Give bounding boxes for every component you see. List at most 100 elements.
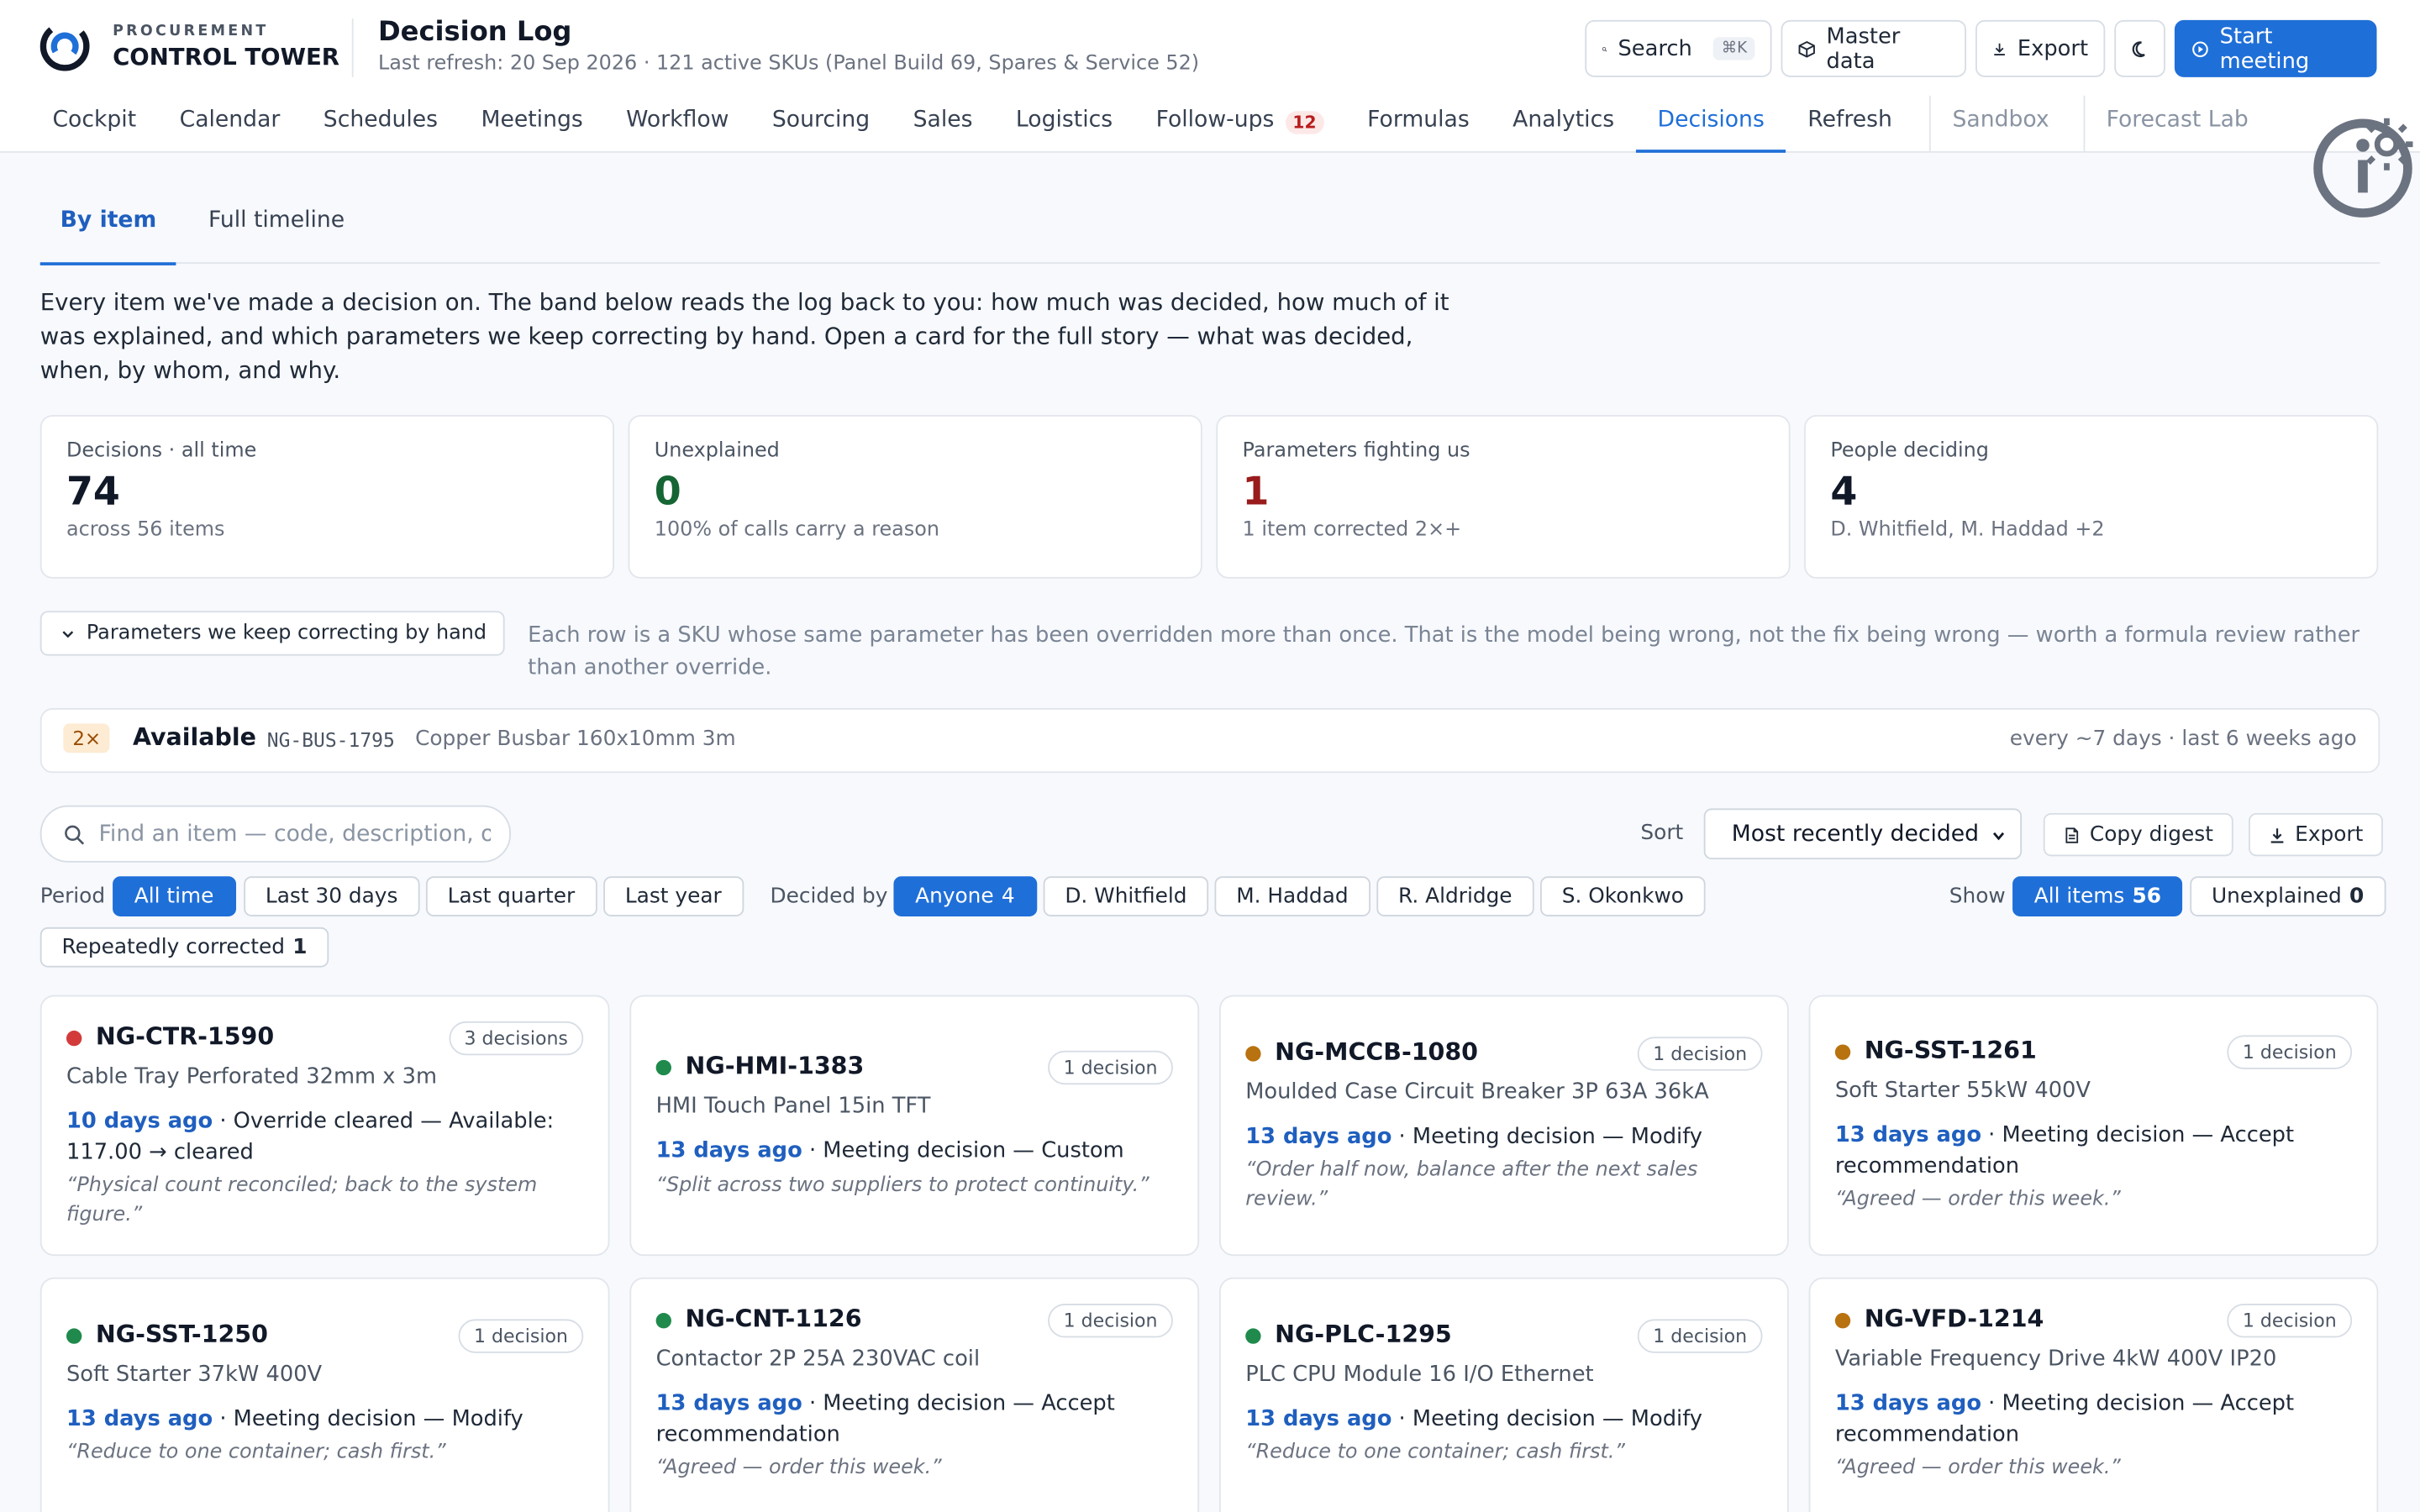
card-last-event: 13 days ago · Meeting decision — Modify — [66, 1405, 585, 1436]
card-last-event: 13 days ago · Meeting decision — Custom — [656, 1137, 1175, 1168]
card-description: PLC CPU Module 16 I/O Ethernet — [1245, 1362, 1594, 1388]
decision-card[interactable]: NG-SST-1261 1 decision Soft Starter 55kW… — [1808, 995, 2379, 1257]
play-circle-icon — [2192, 40, 2208, 57]
item-search — [39, 805, 511, 863]
status-dot — [66, 1328, 82, 1344]
start-meeting-button[interactable]: Start meeting — [2174, 19, 2377, 77]
period-last-30-days[interactable]: Last 30 days — [244, 876, 420, 916]
card-ago: 13 days ago — [1834, 1123, 1982, 1148]
stat-people: People deciding 4 D. Whitfield, M. Hadda… — [1804, 415, 2379, 579]
repeated-label: Repeatedly corrected — [61, 935, 286, 960]
brand-small: PROCUREMENT — [113, 22, 269, 39]
stat-value: 4 — [1830, 469, 1858, 514]
card-last-event: 13 days ago · Meeting decision — Modify — [1245, 1405, 1764, 1436]
top-bar: PROCUREMENT CONTROL TOWER Decision Log L… — [0, 0, 2420, 218]
card-description: Soft Starter 37kW 400V — [66, 1362, 323, 1388]
chevron-down-icon — [62, 630, 74, 638]
status-dot — [1834, 1044, 1851, 1060]
period-last-year[interactable]: Last year — [603, 876, 744, 916]
stat-unexplained: Unexplained 0 100% of calls carry a reas… — [628, 415, 1202, 579]
item-description: Copper Busbar 160x10mm 3m — [415, 727, 736, 752]
dark-mode-toggle[interactable] — [2114, 19, 2165, 77]
unexplained-label: Unexplained — [2211, 884, 2342, 909]
show-unexplained[interactable]: Unexplained 0 — [2190, 876, 2386, 916]
show-repeatedly-corrected[interactable]: Repeatedly corrected 1 — [39, 927, 329, 968]
decided-by-d-whitfield[interactable]: D. Whitfield — [1043, 876, 1209, 916]
tab-full-timeline[interactable]: Full timeline — [208, 208, 345, 264]
decision-card[interactable]: NG-CTR-1590 3 decisions Cable Tray Perfo… — [39, 995, 610, 1257]
page-subtitle: Last refresh: 20 Sep 2026 · 121 active S… — [377, 52, 1200, 76]
card-decision-count: 1 decision — [2227, 1304, 2353, 1338]
card-reason: “Reduce to one container; cash first.” — [66, 1441, 446, 1465]
search-button[interactable]: Search ⌘K — [1585, 19, 1772, 77]
decision-card[interactable]: NG-HMI-1383 1 decision HMI Touch Panel 1… — [629, 995, 1200, 1257]
master-data-button[interactable]: Master data — [1781, 19, 1966, 77]
stat-sub: 1 item corrected 2×+ — [1242, 518, 1462, 542]
nav-formulas[interactable]: Formulas — [1345, 96, 1491, 151]
nav-sales[interactable]: Sales — [892, 96, 994, 151]
period-all-time[interactable]: All time — [113, 876, 236, 916]
page-title: Decision Log — [377, 17, 572, 48]
card-event-text: · Meeting decision — Modify — [1392, 1407, 1703, 1432]
nav-logistics[interactable]: Logistics — [994, 96, 1134, 151]
decided-by-m-haddad[interactable]: M. Haddad — [1214, 876, 1370, 916]
decision-card[interactable]: NG-MCCB-1080 1 decision Moulded Case Cir… — [1218, 995, 1789, 1257]
copy-digest-button[interactable]: Copy digest — [2043, 812, 2233, 857]
decided-by-s-okonkwo[interactable]: S. Okonkwo — [1540, 876, 1706, 916]
status-dot — [1245, 1328, 1261, 1344]
nav-sourcing[interactable]: Sourcing — [750, 96, 892, 151]
card-reason: “Order half now, balance after the next … — [1245, 1158, 1698, 1210]
tab-by-item[interactable]: By item — [39, 208, 178, 265]
nav-meetings[interactable]: Meetings — [460, 96, 605, 151]
card-item-code: NG-PLC-1295 — [1275, 1320, 1452, 1349]
card-last-event: 13 days ago · Meeting decision — Accept … — [1835, 1121, 2354, 1182]
decided-by-r-aldridge[interactable]: R. Aldridge — [1376, 876, 1534, 916]
search-shortcut: ⌘K — [1713, 37, 1755, 60]
decision-card[interactable]: NG-VFD-1214 1 decision Variable Frequenc… — [1808, 1277, 2379, 1512]
nav-forecast-lab[interactable]: Forecast Lab — [2085, 96, 2270, 151]
period-last-quarter[interactable]: Last quarter — [425, 876, 597, 916]
stat-sub: D. Whitfield, M. Haddad +2 — [1830, 518, 2105, 542]
card-decision-count: 3 decisions — [449, 1021, 584, 1056]
parameters-toggle[interactable]: Parameters we keep correcting by hand — [39, 611, 506, 656]
all-items-count: 56 — [2132, 884, 2162, 909]
decision-card[interactable]: NG-SST-1250 1 decision Soft Starter 37kW… — [39, 1277, 610, 1512]
view-tabs: By item Full timeline — [39, 197, 2381, 265]
nav-schedules[interactable]: Schedules — [302, 96, 460, 151]
master-data-label: Master data — [1826, 24, 1901, 74]
decision-card[interactable]: NG-PLC-1295 1 decision PLC CPU Module 16… — [1218, 1277, 1789, 1512]
brand[interactable]: PROCUREMENT CONTROL TOWER — [37, 18, 339, 74]
card-ago: 13 days ago — [1245, 1124, 1392, 1150]
card-ago: 13 days ago — [66, 1407, 213, 1432]
card-decision-count: 1 decision — [2227, 1035, 2353, 1069]
status-dot — [1245, 1046, 1261, 1062]
card-ago: 13 days ago — [655, 1391, 802, 1417]
card-ago: 13 days ago — [1245, 1407, 1392, 1432]
corrected-parameter-row[interactable]: 2× Available NG-BUS-1795 Copper Busbar 1… — [39, 708, 2381, 774]
nav-workflow[interactable]: Workflow — [604, 96, 750, 151]
nav-analytics[interactable]: Analytics — [1491, 96, 1635, 151]
export-list-button[interactable]: Export — [2249, 812, 2384, 857]
sort-select[interactable]: Most recently decided — [1703, 808, 2023, 860]
nav-decisions[interactable]: Decisions — [1635, 96, 1787, 153]
nav-cockpit[interactable]: Cockpit — [31, 96, 158, 151]
moon-icon — [2132, 40, 2145, 57]
card-decision-count: 1 decision — [1048, 1050, 1173, 1085]
nav-follow-ups[interactable]: Follow-ups 12 — [1134, 96, 1346, 151]
nav-calendar[interactable]: Calendar — [158, 96, 302, 151]
settings-icon[interactable] — [2354, 111, 2420, 177]
search-icon — [65, 824, 85, 844]
export-button[interactable]: Export — [1975, 19, 2106, 77]
decided-by-anyone[interactable]: Anyone 4 — [893, 876, 1037, 916]
nav-refresh[interactable]: Refresh — [1786, 96, 1914, 151]
card-item-code: NG-SST-1250 — [95, 1320, 268, 1349]
item-search-input[interactable] — [98, 822, 492, 847]
nav-sandbox[interactable]: Sandbox — [1931, 96, 2071, 151]
card-reason: “Agreed — order this week.” — [655, 1456, 942, 1480]
card-description: Soft Starter 55kW 400V — [1834, 1078, 2091, 1104]
stat-label: Decisions · all time — [66, 439, 257, 464]
show-all-items[interactable]: All items 56 — [2012, 876, 2183, 916]
brand-logo-icon — [39, 21, 90, 71]
stat-label: Unexplained — [654, 439, 780, 464]
decision-card[interactable]: NG-CNT-1126 1 decision Contactor 2P 25A … — [629, 1277, 1200, 1512]
